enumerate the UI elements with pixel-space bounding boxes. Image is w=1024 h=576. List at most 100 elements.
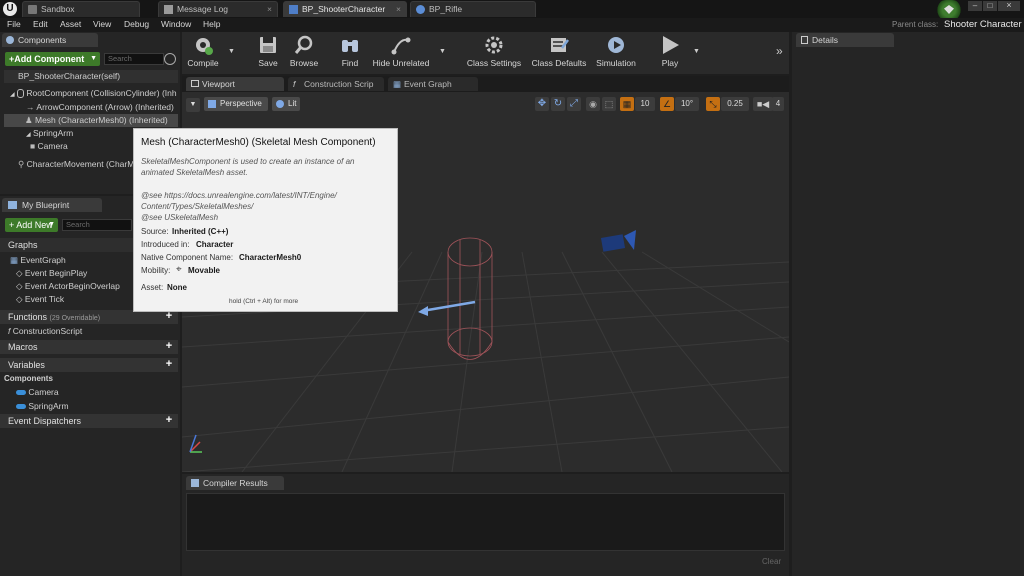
menu-asset[interactable]: Asset (60, 19, 81, 29)
chevron-down-icon: ▼ (90, 55, 97, 62)
close-icon[interactable]: × (267, 2, 272, 17)
message-log-icon (164, 5, 173, 14)
scale-snap-value[interactable]: 0.25 (721, 97, 749, 111)
close-window-button[interactable]: × (998, 1, 1020, 11)
my-blueprint-tab[interactable]: My Blueprint (2, 198, 102, 212)
surface-snap-icon[interactable]: ⬚ (602, 97, 616, 111)
save-button[interactable]: Save (252, 34, 284, 74)
add-macro-button[interactable]: + (164, 341, 174, 352)
event-actorbeginoverlap-item[interactable]: ◇ Event ActorBeginOverlap (16, 281, 120, 292)
component-item-charactermovement[interactable]: ⚲ CharacterMovement (CharM (18, 159, 134, 170)
toolbar-overflow-icon[interactable]: » (776, 44, 783, 58)
perspective-icon (208, 100, 216, 108)
functions-section[interactable]: Functions (29 Overridable) + (0, 310, 178, 324)
menu-view[interactable]: View (93, 19, 111, 29)
my-blueprint-search-input[interactable]: Search (62, 219, 132, 231)
components-search-input[interactable]: Search (104, 53, 164, 65)
parent-class-value[interactable]: Shooter Character (944, 19, 1022, 30)
play-icon (663, 36, 679, 54)
add-component-button[interactable]: +Add Component ▼ (5, 52, 100, 66)
event-diamond-icon: ◇ (16, 294, 23, 304)
construction-script-item[interactable]: f ConstructionScript (8, 326, 82, 336)
tooltip-see-line3: @see USkeletalMesh (141, 213, 219, 222)
menu-file[interactable]: File (7, 19, 21, 29)
tab-bp-shootercharacter[interactable]: BP_ShooterCharacter × (283, 1, 407, 17)
simulation-button[interactable]: Simulation (594, 34, 638, 74)
tab-event-graph[interactable]: ▦ Event Graph (388, 77, 478, 91)
component-item-arrow[interactable]: → ArrowComponent (Arrow) (Inherited) (26, 102, 174, 112)
play-button[interactable]: Play (655, 34, 685, 74)
tab-details[interactable]: Details (796, 33, 894, 47)
compile-options-chevron-icon[interactable]: ▼ (228, 48, 235, 55)
find-button[interactable]: Find (334, 34, 366, 74)
add-new-button[interactable]: + Add New ▼ (5, 218, 58, 232)
camera-speed-value[interactable]: 4 (772, 97, 784, 111)
hide-unrelated-button[interactable]: Hide Unrelated (370, 34, 432, 74)
event-dispatchers-section[interactable]: Event Dispatchers + (0, 414, 178, 428)
graph-icon: ▦ (393, 79, 402, 89)
maximize-button[interactable]: □ (983, 1, 997, 11)
minimize-button[interactable]: – (968, 1, 982, 11)
hide-unrelated-options-chevron-icon[interactable]: ▼ (439, 48, 446, 55)
rotation-snap-icon[interactable]: ∠ (660, 97, 674, 111)
menu-window[interactable]: Window (161, 19, 191, 29)
search-icon[interactable] (164, 53, 176, 65)
browse-button[interactable]: Browse (287, 34, 321, 74)
event-tick-item[interactable]: ◇ Event Tick (16, 294, 64, 305)
compile-button[interactable]: Compile (186, 34, 220, 74)
rotate-tool-icon[interactable]: ↻ (551, 97, 565, 111)
class-settings-button[interactable]: Class Settings (466, 34, 522, 74)
menu-debug[interactable]: Debug (124, 19, 149, 29)
tab-message-log[interactable]: Message Log × (158, 1, 278, 17)
add-variable-button[interactable]: + (164, 359, 174, 370)
source-control-icon[interactable] (936, 0, 962, 20)
tooltip-native-name-label: Native Component Name: (141, 253, 234, 262)
unreal-logo-icon[interactable]: U (3, 2, 17, 16)
component-item-root[interactable]: ◢ RootComponent (CollisionCylinder) (Inh (10, 88, 177, 99)
graph-icon: ▦ (10, 255, 19, 265)
menu-help[interactable]: Help (203, 19, 220, 29)
tooltip-mobility-value: Movable (188, 266, 221, 275)
tab-construction-script[interactable]: f Construction Scrip (288, 77, 384, 91)
component-item-springarm[interactable]: ◢ SpringArm (26, 128, 73, 138)
tab-viewport[interactable]: Viewport (186, 77, 284, 91)
compiler-results-log[interactable] (186, 493, 785, 551)
grid-snap-icon[interactable]: ▦ (620, 97, 634, 111)
camera-speed-icon[interactable]: ■◀ (753, 97, 773, 111)
tab-compiler-results[interactable]: Compiler Results (186, 476, 284, 490)
variable-springarm-item[interactable]: SpringArm (16, 401, 69, 411)
tab-sandbox[interactable]: Sandbox (22, 1, 140, 17)
components-tab[interactable]: Components (2, 33, 98, 47)
viewport-options-chevron-icon[interactable]: ▼ (186, 98, 200, 112)
compile-icon (196, 38, 213, 55)
tooltip-description-line2: animated SkeletalMesh asset. (141, 168, 248, 177)
world-local-icon[interactable]: ◉ (586, 97, 600, 111)
close-icon[interactable]: × (396, 2, 401, 17)
grid-snap-value[interactable]: 10 (635, 97, 655, 111)
lit-button[interactable]: Lit (272, 97, 300, 111)
variables-section[interactable]: Variables + (0, 358, 178, 372)
collapse-arrow-icon: ◢ (10, 92, 15, 98)
component-item-camera[interactable]: ■ Camera (30, 141, 68, 151)
tab-bp-rifle[interactable]: BP_Rifle (410, 1, 536, 17)
add-function-button[interactable]: + (164, 311, 174, 322)
rotation-snap-value[interactable]: 10° (675, 97, 699, 111)
perspective-button[interactable]: Perspective (204, 97, 268, 111)
variable-camera-item[interactable]: Camera (16, 387, 59, 397)
event-beginplay-item[interactable]: ◇ Event BeginPlay (16, 268, 87, 279)
scale-tool-icon[interactable]: ⤢ (567, 97, 581, 111)
translate-tool-icon[interactable]: ✥ (535, 97, 549, 111)
play-options-chevron-icon[interactable]: ▼ (693, 48, 700, 55)
scale-snap-icon[interactable]: ⤡ (706, 97, 720, 111)
menu-edit[interactable]: Edit (33, 19, 48, 29)
macros-section[interactable]: Macros + (0, 340, 178, 354)
component-item-mesh[interactable]: ♟ Mesh (CharacterMesh0) (Inherited) (4, 114, 178, 127)
components-category[interactable]: Components (4, 374, 53, 383)
class-defaults-button[interactable]: Class Defaults (530, 34, 588, 74)
clear-button[interactable]: Clear (762, 557, 781, 566)
event-graph-item[interactable]: ▦ EventGraph (10, 255, 66, 266)
self-item[interactable]: BP_ShooterCharacter(self) (4, 70, 178, 83)
lit-icon (276, 100, 284, 108)
binoculars-icon (342, 40, 358, 52)
add-dispatcher-button[interactable]: + (164, 415, 174, 426)
